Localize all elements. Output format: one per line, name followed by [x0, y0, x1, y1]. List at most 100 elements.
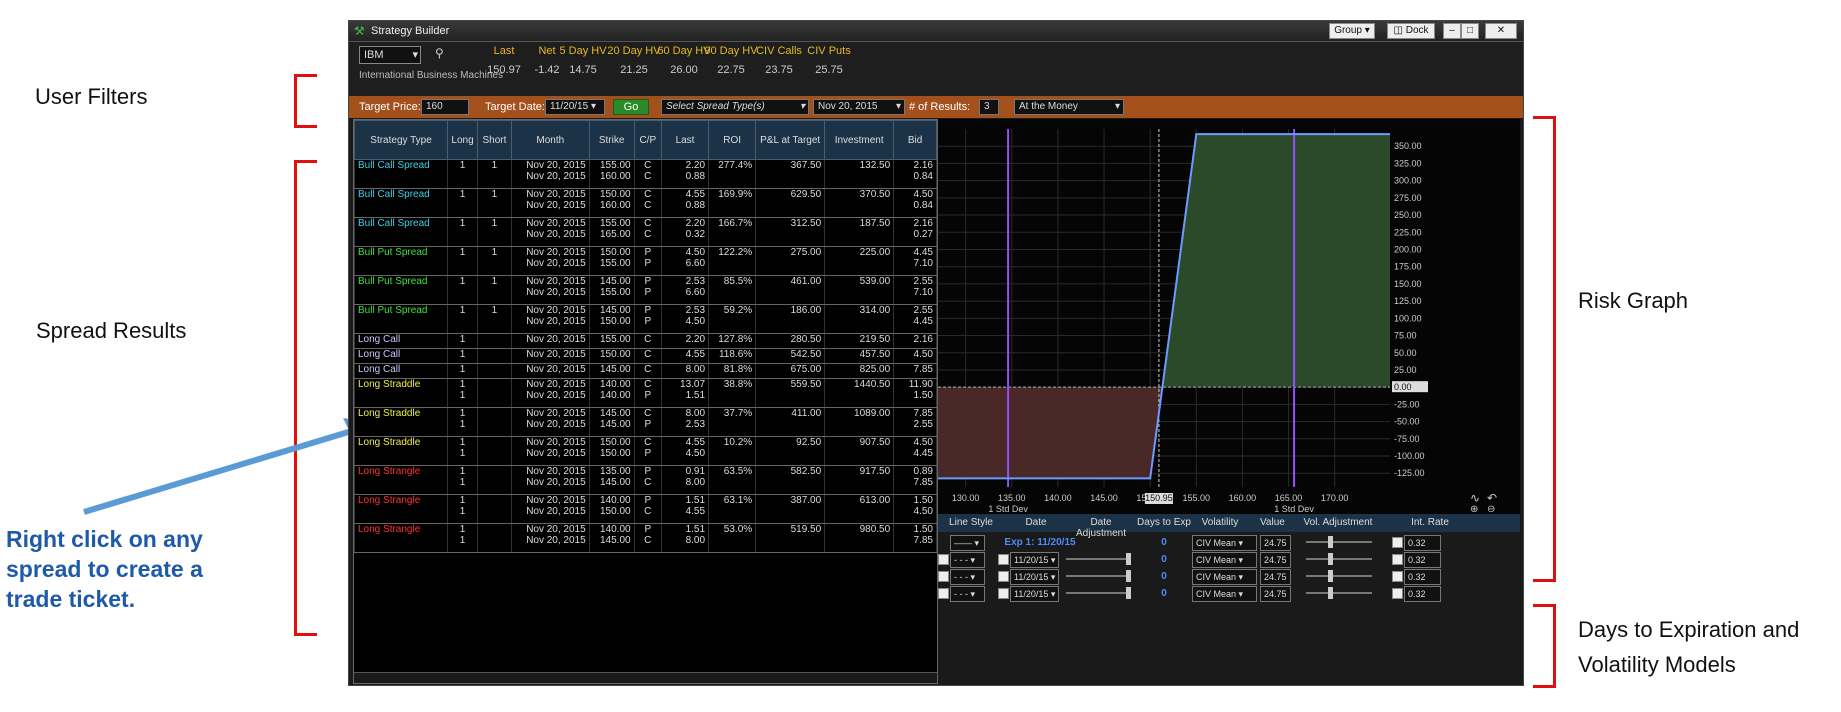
- cell-long-value: 1: [459, 524, 466, 535]
- target-date-select[interactable]: 11/20/15 ▾: [545, 99, 605, 115]
- volatility-select[interactable]: CIV Mean ▾: [1192, 569, 1257, 585]
- line-checkbox[interactable]: [938, 554, 949, 565]
- column-header[interactable]: Last: [660, 120, 710, 160]
- date-adjustment-slider[interactable]: [1066, 570, 1131, 582]
- bracket-spread-results: [294, 160, 317, 636]
- date-adjustment-slider[interactable]: [1066, 587, 1131, 599]
- undo-icon[interactable]: ↶: [1487, 491, 1497, 505]
- loss-area: [938, 387, 1163, 479]
- int-rate-stepper[interactable]: 0.32: [1404, 586, 1441, 602]
- table-row[interactable]: Bull Put Spread 1 1 Nov 20, 2015 Nov 20, 201…: [353, 246, 937, 276]
- search-icon[interactable]: ⚲: [435, 46, 444, 60]
- date-slider-thumb[interactable]: [1126, 553, 1131, 565]
- date-select[interactable]: 11/20/15 ▾: [1010, 569, 1059, 585]
- close-button[interactable]: ✕: [1485, 23, 1517, 39]
- column-header[interactable]: C/P: [633, 120, 662, 160]
- group-button[interactable]: Group ▾: [1329, 23, 1375, 39]
- table-row[interactable]: Long Call 1 Nov 20, 2015 145.00 C 8.00 81.8% 67…: [353, 363, 937, 379]
- column-header[interactable]: Strategy Type: [353, 120, 449, 160]
- rate-checkbox[interactable]: [1392, 537, 1403, 548]
- table-row[interactable]: Long Straddle 1 1 Nov 20, 2015 Nov 20, 2015 1…: [353, 436, 937, 466]
- vol-slider-thumb[interactable]: [1328, 536, 1333, 548]
- date-adjustment-slider[interactable]: [1066, 553, 1131, 565]
- date-select[interactable]: 11/20/15 ▾: [1010, 586, 1059, 602]
- column-header[interactable]: P&L at Target: [755, 120, 826, 160]
- maximize-button[interactable]: □: [1461, 23, 1479, 39]
- column-header[interactable]: ROI: [708, 120, 757, 160]
- vol-adjustment-slider[interactable]: [1306, 536, 1372, 548]
- volatility-select[interactable]: CIV Mean ▾: [1192, 535, 1257, 551]
- int-rate-stepper[interactable]: 0.32: [1404, 569, 1441, 585]
- column-header[interactable]: Investment: [824, 120, 895, 160]
- cell-cp-value: C: [644, 334, 652, 345]
- column-header[interactable]: Strike: [588, 120, 635, 160]
- rate-checkbox[interactable]: [1392, 588, 1403, 599]
- expiry-select[interactable]: Nov 20, 2015 ▾: [813, 99, 905, 115]
- cell-type: Bull Put Spread: [353, 275, 449, 305]
- results-stepper[interactable]: 3: [979, 99, 999, 115]
- line-style-select[interactable]: - - - ▾: [950, 586, 985, 602]
- column-header[interactable]: Month: [510, 120, 590, 160]
- table-row[interactable]: Long Strangle 1 1 Nov 20, 2015 Nov 20, 2015 1…: [353, 494, 937, 524]
- spread-type-select[interactable]: Select Spread Type(s) ▾: [661, 99, 809, 115]
- int-rate-stepper[interactable]: 0.32: [1404, 535, 1441, 551]
- cell-month-value: Nov 20, 2015: [526, 448, 586, 459]
- moneyness-select[interactable]: At the Money ▾: [1014, 99, 1124, 115]
- target-price-input[interactable]: 160: [421, 99, 469, 115]
- chevron-down-icon[interactable]: ▾: [412, 47, 418, 63]
- int-rate-stepper[interactable]: 0.32: [1404, 552, 1441, 568]
- date-select[interactable]: 11/20/15 ▾: [1010, 552, 1059, 568]
- table-row[interactable]: Long Straddle 1 1 Nov 20, 2015 Nov 20, 2015 1…: [353, 407, 937, 437]
- table-row[interactable]: Bull Put Spread 1 1 Nov 20, 2015 Nov 20, 201…: [353, 275, 937, 305]
- cell-strike-value: 140.00: [600, 524, 631, 535]
- cell-month-value: Nov 20, 2015: [526, 218, 586, 229]
- vol-adjustment-slider[interactable]: [1306, 553, 1372, 565]
- dock-button[interactable]: ◫ Dock: [1387, 23, 1435, 39]
- table-row[interactable]: Bull Call Spread 1 1 Nov 20, 2015 Nov 20, 20…: [353, 159, 937, 189]
- volatility-select[interactable]: CIV Mean ▾: [1192, 586, 1257, 602]
- vol-value-stepper[interactable]: 24.75: [1260, 552, 1291, 568]
- vol-adjustment-slider[interactable]: [1306, 587, 1372, 599]
- cell-strike-value: 150.00: [600, 437, 631, 448]
- vol-slider-thumb[interactable]: [1328, 570, 1333, 582]
- table-row[interactable]: Long Call 1 Nov 20, 2015 155.00 C 2.20 127.8% 2…: [353, 333, 937, 349]
- column-header[interactable]: Bid: [893, 120, 937, 160]
- go-button[interactable]: Go: [613, 99, 649, 115]
- table-row[interactable]: Long Strangle 1 1 Nov 20, 2015 Nov 20, 2015 1…: [353, 465, 937, 495]
- cell-last: 4.55 0.88: [660, 188, 710, 218]
- date-checkbox[interactable]: [998, 588, 1009, 599]
- vol-slider-thumb[interactable]: [1328, 587, 1333, 599]
- date-checkbox[interactable]: [998, 554, 1009, 565]
- symbol-input[interactable]: IBM ▾: [359, 46, 421, 64]
- line-style-select[interactable]: - - - ▾: [950, 569, 985, 585]
- vol-value-stepper[interactable]: 24.75: [1260, 586, 1291, 602]
- horizontal-scrollbar[interactable]: [354, 672, 937, 683]
- y-tick-label: 125.00: [1394, 296, 1422, 306]
- date-checkbox[interactable]: [998, 571, 1009, 582]
- line-checkbox[interactable]: [938, 588, 949, 599]
- vol-value-stepper[interactable]: 24.75: [1260, 535, 1291, 551]
- vol-adjustment-slider[interactable]: [1306, 570, 1372, 582]
- column-header[interactable]: Long: [447, 120, 478, 160]
- date-slider-thumb[interactable]: [1126, 570, 1131, 582]
- table-row[interactable]: Long Call 1 Nov 20, 2015 150.00 C 4.55 118.6% 5…: [353, 348, 937, 364]
- line-style-select[interactable]: —— ▾: [950, 535, 985, 551]
- column-header[interactable]: Short: [476, 120, 512, 160]
- table-row[interactable]: Long Strangle 1 1 Nov 20, 2015 Nov 20, 2015 1…: [353, 523, 937, 553]
- table-row[interactable]: Bull Put Spread 1 1 Nov 20, 2015 Nov 20, 201…: [353, 304, 937, 334]
- table-row[interactable]: Bull Call Spread 1 1 Nov 20, 2015 Nov 20, 20…: [353, 217, 937, 247]
- volatility-select[interactable]: CIV Mean ▾: [1192, 552, 1257, 568]
- cell-month-value: Nov 20, 2015: [526, 379, 586, 390]
- line-style-select[interactable]: - - - ▾: [950, 552, 985, 568]
- table-row[interactable]: Bull Call Spread 1 1 Nov 20, 2015 Nov 20, 20…: [353, 188, 937, 218]
- rate-checkbox[interactable]: [1392, 554, 1403, 565]
- graph-line-icon[interactable]: ∿: [1470, 491, 1480, 505]
- line-checkbox[interactable]: [938, 571, 949, 582]
- table-row[interactable]: Long Straddle 1 1 Nov 20, 2015 Nov 20, 2015 1…: [353, 378, 937, 408]
- rate-checkbox[interactable]: [1392, 571, 1403, 582]
- vol-slider-thumb[interactable]: [1328, 553, 1333, 565]
- vol-value-stepper[interactable]: 24.75: [1260, 569, 1291, 585]
- date-slider-thumb[interactable]: [1126, 587, 1131, 599]
- cell-cp-value: C: [644, 506, 652, 517]
- minimize-button[interactable]: –: [1443, 23, 1461, 39]
